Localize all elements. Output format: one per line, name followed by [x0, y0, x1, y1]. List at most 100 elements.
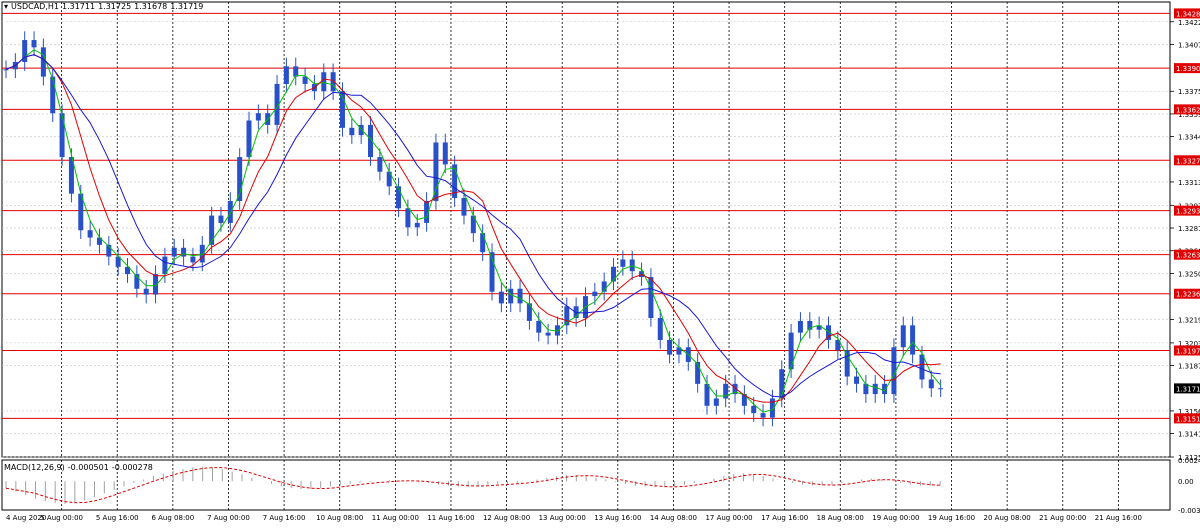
x-tick-label: 7 Aug 16:00	[263, 514, 306, 522]
candle-body	[3, 69, 9, 71]
candle-body	[293, 66, 299, 77]
candle-body	[171, 247, 177, 257]
candle-body	[592, 291, 598, 297]
level-price-label: 1.33278	[1176, 157, 1200, 165]
level-price-label: 1.34282	[1176, 10, 1200, 18]
chart-canvas[interactable]: 4 Aug 20205 Aug 00:00 5 Aug 16:00 6 Aug 08…	[0, 0, 1200, 525]
candle-body	[442, 142, 448, 165]
x-tick-label: 21 Aug 16:00	[1095, 514, 1142, 522]
x-tick-label: 10 Aug 08:00	[316, 514, 363, 522]
x-tick-label: 5 Aug 00:00	[40, 514, 83, 522]
y-tick-label: 1.33440	[1178, 134, 1200, 142]
candle-body	[900, 325, 906, 348]
level-price-label: 1.31514	[1176, 415, 1200, 423]
candle-body	[461, 198, 467, 216]
macd-signal-line	[5, 467, 941, 504]
level-price-label: 1.31978	[1176, 347, 1200, 355]
y-tick-label: 1.33130	[1178, 179, 1200, 187]
y-tick-label: 1.32190	[1178, 316, 1200, 324]
main-plot-frame	[1, 1, 1171, 458]
candle-body	[545, 332, 551, 336]
macd-y-tick-label: 0.00	[1178, 478, 1194, 486]
level-price-label: 1.33908	[1176, 65, 1200, 73]
candle-body	[255, 113, 261, 121]
x-tick-label: 11 Aug 16:00	[427, 514, 474, 522]
level-price-label: 1.32934	[1176, 208, 1200, 216]
x-tick-label: 11 Aug 00:00	[372, 514, 419, 522]
candle-body	[517, 288, 523, 304]
candle-body	[246, 120, 252, 158]
candle-body	[59, 113, 65, 158]
candle-body	[40, 47, 46, 77]
candles-group	[3, 31, 944, 427]
x-tick-label: 20 Aug 08:00	[984, 514, 1031, 522]
x-tick-label: 18 Aug 08:00	[817, 514, 864, 522]
macd-y-tick-label: 0.00245	[1178, 457, 1200, 465]
candle-body	[919, 354, 925, 380]
candle-body	[143, 288, 149, 295]
y-tick-label: 1.34070	[1178, 41, 1200, 49]
x-tick-label: 19 Aug 16:00	[928, 514, 975, 522]
candle-body	[31, 40, 37, 48]
candle-body	[938, 388, 944, 390]
y-tick-label: 1.33750	[1178, 88, 1200, 96]
macd-plot-frame	[1, 459, 1171, 511]
candle-body	[882, 383, 888, 395]
x-tick-label: 7 Aug 00:00	[207, 514, 250, 522]
candle-body	[620, 259, 626, 267]
current-price-label: 1.31719	[1176, 385, 1200, 393]
level-price-label: 1.33626	[1176, 106, 1200, 114]
x-tick-label: 14 Aug 08:00	[650, 514, 697, 522]
candle-body	[844, 350, 850, 377]
x-tick-label: 19 Aug 00:00	[872, 514, 919, 522]
candle-body	[910, 325, 916, 355]
candle-body	[536, 320, 542, 333]
x-tick-label: 21 Aug 00:00	[1039, 514, 1086, 522]
candle-body	[713, 398, 719, 406]
candle-body	[872, 383, 878, 395]
candle-body	[928, 379, 934, 389]
y-tick-label: 1.31410	[1178, 431, 1200, 439]
candle-body	[349, 127, 355, 136]
candle-body	[190, 256, 196, 263]
candle-body	[480, 233, 486, 253]
candle-body	[704, 383, 710, 406]
candle-body	[498, 291, 504, 304]
candle-body	[797, 320, 803, 333]
x-tick-label: 5 Aug 16:00	[96, 514, 139, 522]
candle-body	[377, 157, 383, 172]
y-tick-label: 1.32815	[1178, 225, 1200, 233]
candle-body	[414, 222, 420, 228]
candle-body	[433, 142, 439, 201]
y-tick-label: 1.34225	[1178, 19, 1200, 27]
x-tick-label: 13 Aug 00:00	[539, 514, 586, 522]
candle-body	[321, 72, 327, 92]
candle-body	[854, 376, 860, 384]
candle-body	[283, 66, 289, 84]
x-tick-label: 17 Aug 16:00	[761, 514, 808, 522]
candle-body	[648, 277, 654, 319]
y-tick-label: 1.31875	[1178, 363, 1200, 371]
candle-body	[227, 200, 233, 223]
x-tick-label: 6 Aug 08:00	[151, 514, 194, 522]
candle-body	[526, 303, 532, 321]
candle-body	[199, 244, 205, 263]
usdcad-chart[interactable]: 4 Aug 2020 5 Aug 00:00 5 Aug 16:00 6 Aug 08…	[0, 0, 1200, 525]
candle-body	[788, 332, 794, 370]
x-tick-label: 17 Aug 00:00	[705, 514, 752, 522]
y-tick-label: 1.32505	[1178, 270, 1200, 278]
x-tick-label: 13 Aug 16:00	[594, 514, 641, 522]
level-price-label: 1.32366	[1176, 291, 1200, 299]
candle-body	[405, 208, 411, 228]
candle-body	[657, 318, 663, 340]
candle-body	[218, 215, 224, 223]
level-price-label: 1.32633	[1176, 252, 1200, 260]
candle-body	[50, 76, 56, 114]
candle-body	[667, 339, 673, 355]
candle-body	[87, 230, 93, 238]
candle-body	[760, 413, 766, 418]
candle-body	[751, 405, 757, 414]
macd-y-tick-label: -0.00332	[1178, 507, 1200, 515]
x-tick-label: 12 Aug 08:00	[483, 514, 530, 522]
candle-body	[508, 288, 514, 304]
